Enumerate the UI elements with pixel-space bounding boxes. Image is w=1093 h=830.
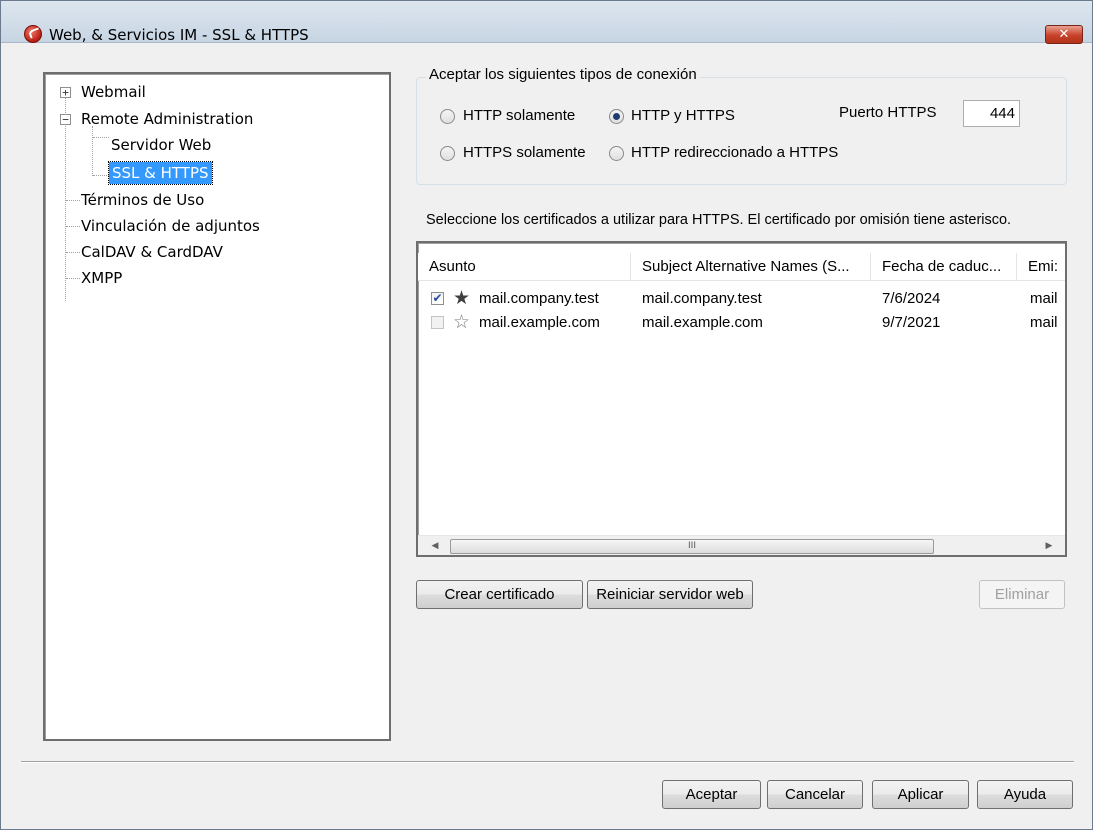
certificates-instructions: Seleccione los certificados a utilizar p… <box>426 212 1012 228</box>
https-port-input[interactable]: 444 <box>963 100 1020 127</box>
tree-item-xmpp[interactable]: XMPP <box>81 267 122 289</box>
connection-type-group <box>416 77 1067 185</box>
tree-connector <box>92 126 93 176</box>
tree-connector <box>66 226 80 227</box>
tree-item-vinculacion-adjuntos[interactable]: Vinculación de adjuntos <box>81 215 260 237</box>
tree-connector <box>66 278 80 279</box>
certificate-subject: mail.company.test <box>479 290 599 307</box>
app-logo-icon <box>24 25 42 43</box>
connection-type-legend: Aceptar los siguientes tipos de conexión <box>426 66 700 83</box>
certificate-san: mail.company.test <box>642 290 762 307</box>
https-port-label: Puerto HTTPS <box>839 104 937 121</box>
expand-icon[interactable]: + <box>60 87 71 98</box>
scrollbar-thumb[interactable]: III <box>450 539 934 554</box>
tree-item-caldav-carddav[interactable]: CalDAV & CardDAV <box>81 241 223 263</box>
certificate-issuer: mail <box>1030 314 1058 331</box>
radio-http-and-https-label[interactable]: HTTP y HTTPS <box>631 107 735 124</box>
column-header-emisor[interactable]: Emi: <box>1017 253 1065 281</box>
footer-separator <box>21 761 1074 763</box>
column-header-asunto[interactable]: Asunto <box>418 253 631 281</box>
certificate-issuer: mail <box>1030 290 1058 307</box>
delete-button[interactable]: Eliminar <box>979 580 1065 609</box>
navigation-tree: + Webmail − Remote Administration Servid… <box>43 72 391 741</box>
collapse-icon[interactable]: − <box>60 114 71 125</box>
certificate-expiry: 7/6/2024 <box>882 290 941 307</box>
horizontal-scrollbar[interactable]: ◀ III ▶ <box>418 535 1065 555</box>
help-button[interactable]: Ayuda <box>977 780 1073 809</box>
tree-connector <box>65 96 66 301</box>
default-star-outline-icon[interactable]: ☆ <box>453 312 470 334</box>
radio-http-and-https[interactable] <box>609 109 624 124</box>
radio-http-redirect-https[interactable] <box>609 146 624 161</box>
dialog-window: Web, & Servicios IM - SSL & HTTPS ✕ + We… <box>0 0 1093 830</box>
apply-button[interactable]: Aplicar <box>872 780 969 809</box>
tree-connector <box>93 137 109 138</box>
tree-item-remote-administration[interactable]: Remote Administration <box>81 108 253 130</box>
radio-http-only[interactable] <box>440 109 455 124</box>
ok-button[interactable]: Aceptar <box>662 780 761 809</box>
tree-item-webmail[interactable]: Webmail <box>81 81 146 103</box>
tree-item-servidor-web[interactable]: Servidor Web <box>111 134 211 156</box>
title-bar: Web, & Servicios IM - SSL & HTTPS ✕ <box>1 1 1092 44</box>
cancel-button[interactable]: Cancelar <box>767 780 863 809</box>
certificate-subject: mail.example.com <box>479 314 600 331</box>
radio-https-only-label[interactable]: HTTPS solamente <box>463 144 586 161</box>
certificates-list-header: Asunto Subject Alternative Names (S... F… <box>418 253 1065 281</box>
scroll-right-icon[interactable]: ▶ <box>1040 536 1058 555</box>
tree-connector <box>66 200 80 201</box>
column-header-fecha-caducidad[interactable]: Fecha de caduc... <box>871 253 1017 281</box>
certificate-checkbox-unchecked[interactable] <box>431 316 444 329</box>
scroll-left-icon[interactable]: ◀ <box>426 536 444 555</box>
radio-https-only[interactable] <box>440 146 455 161</box>
close-button[interactable]: ✕ <box>1045 25 1083 44</box>
certificate-expiry: 9/7/2021 <box>882 314 941 331</box>
window-title: Web, & Servicios IM - SSL & HTTPS <box>49 26 309 44</box>
tree-item-terminos-de-uso[interactable]: Términos de Uso <box>81 189 204 211</box>
certificate-row[interactable]: ☆ mail.example.com mail.example.com 9/7/… <box>418 312 1065 334</box>
tree-item-ssl-https[interactable]: SSL & HTTPS <box>108 161 213 185</box>
tree-connector <box>66 252 80 253</box>
tree-connector <box>93 175 109 176</box>
radio-http-only-label[interactable]: HTTP solamente <box>463 107 575 124</box>
certificate-san: mail.example.com <box>642 314 763 331</box>
certificates-list[interactable]: Asunto Subject Alternative Names (S... F… <box>416 241 1067 557</box>
create-certificate-button[interactable]: Crear certificado <box>416 580 583 609</box>
certificate-checkbox-checked[interactable]: ✔ <box>431 292 444 305</box>
restart-web-server-button[interactable]: Reiniciar servidor web <box>587 580 753 609</box>
column-header-san[interactable]: Subject Alternative Names (S... <box>631 253 871 281</box>
certificate-row[interactable]: ✔ ★ mail.company.test mail.company.test … <box>418 288 1065 310</box>
default-star-filled-icon[interactable]: ★ <box>453 288 470 310</box>
radio-http-redirect-https-label[interactable]: HTTP redireccionado a HTTPS <box>631 144 838 161</box>
